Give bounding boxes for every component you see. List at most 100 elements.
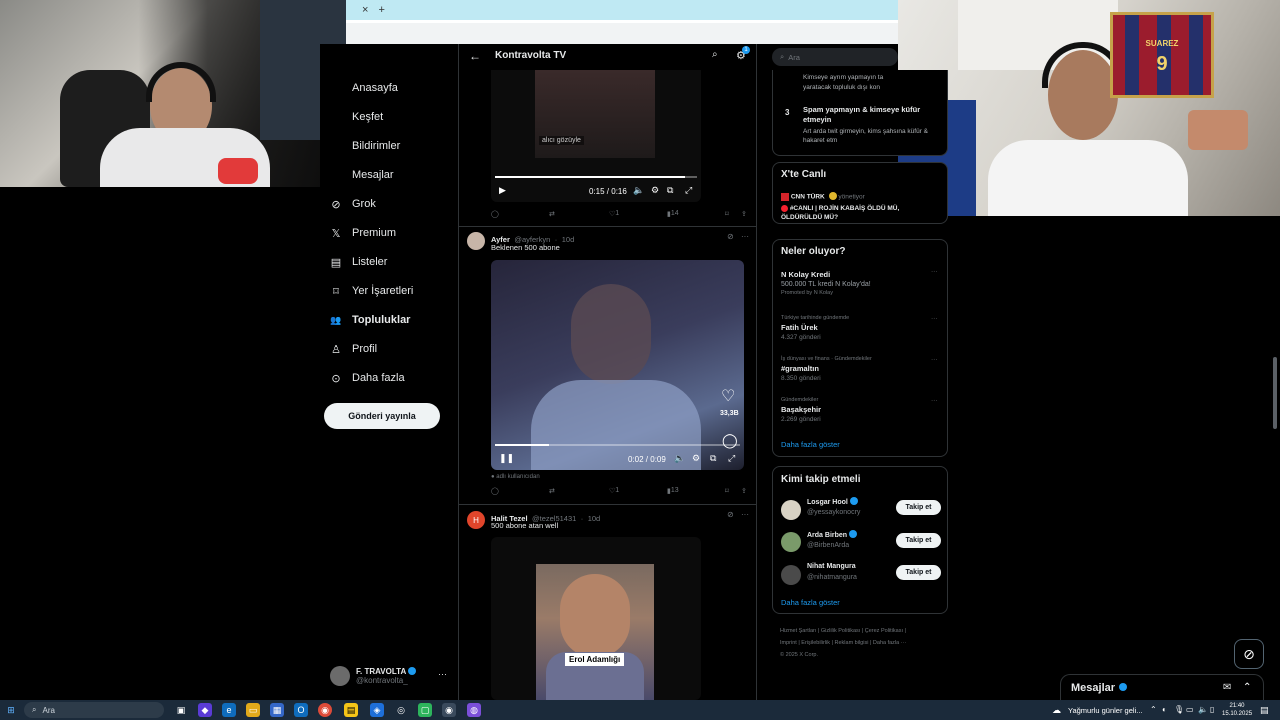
search-input[interactable]: ⌕ Ara: [772, 48, 898, 66]
more-icon[interactable]: ···: [931, 397, 938, 404]
chevron-up-icon[interactable]: ⌃: [1243, 682, 1251, 693]
tweet-video[interactable]: alıcı gözüyle ▶ 0:15 / 0:16 🔈 ⚙ ⧉ ⤢: [491, 70, 701, 202]
mic-icon[interactable]: 🎙: [1174, 705, 1184, 714]
volume-icon[interactable]: 🔈: [633, 185, 644, 196]
store-icon[interactable]: ▦: [270, 703, 284, 717]
app-icon[interactable]: ▢: [418, 703, 432, 717]
live-source[interactable]: CNN TÜRK yönetiyor: [781, 192, 865, 201]
follow-button[interactable]: Takip et: [896, 533, 941, 548]
fullscreen-icon[interactable]: ⤢: [728, 453, 735, 464]
bookmark-icon[interactable]: ⌑: [725, 210, 729, 218]
follow-user-name[interactable]: Losgar Hool: [807, 497, 858, 506]
new-message-icon[interactable]: ✉: [1223, 682, 1231, 693]
taskbar-search-input[interactable]: ⌕ Ara: [24, 702, 164, 718]
search-icon[interactable]: ⌕: [712, 49, 718, 60]
notification-icon[interactable]: ▤: [1260, 705, 1269, 716]
post-button[interactable]: Gönderi yayınla: [324, 403, 440, 429]
trend-item[interactable]: Gündemdekiler Başakşehir 2.269 gönderi ·…: [781, 397, 941, 423]
app-icon[interactable]: ▤: [344, 703, 358, 717]
settings-icon[interactable]: ⚙: [692, 453, 700, 464]
video-progress[interactable]: [495, 444, 740, 446]
follow-user-name[interactable]: Nihat Mangura: [807, 563, 856, 570]
app-tray-icon[interactable]: ◐: [1162, 705, 1167, 714]
pause-icon[interactable]: ❚❚: [499, 453, 514, 464]
play-icon[interactable]: ▶: [499, 185, 506, 196]
volume-icon[interactable]: 🔈: [1198, 705, 1208, 714]
live-headline[interactable]: #CANLI | ROJİN KABAİŞ ÖLDÜ MÜ, ÖLDÜRÜLDÜ…: [781, 204, 905, 222]
settings-icon[interactable]: ⚙: [651, 185, 659, 196]
app-icon[interactable]: ◍: [467, 703, 481, 717]
nav-item-lists[interactable]: ▤ Listeler: [330, 252, 388, 272]
avatar[interactable]: [781, 565, 801, 585]
app-icon[interactable]: ◈: [370, 703, 384, 717]
like-icon[interactable]: ♡ 1: [609, 487, 619, 495]
avatar[interactable]: [467, 232, 485, 250]
repost-icon[interactable]: ⇄: [549, 210, 555, 218]
more-icon[interactable]: ···: [438, 669, 447, 679]
nav-item-messages[interactable]: Mesajlar: [330, 165, 394, 185]
tweet-image[interactable]: Erol Adamlığı: [491, 537, 701, 700]
nav-item-communities[interactable]: 👥 Topluluklar: [330, 310, 410, 330]
follow-user-name[interactable]: Arda Birben: [807, 530, 858, 539]
views-icon[interactable]: ▮ 14: [667, 210, 679, 218]
comment-icon[interactable]: ◯: [722, 432, 738, 449]
more-icon[interactable]: ···: [741, 232, 749, 241]
edge-icon[interactable]: e: [222, 703, 236, 717]
show-more-link[interactable]: Daha fazla göster: [781, 598, 840, 607]
share-icon[interactable]: ⇪: [741, 487, 747, 495]
nav-item-profile[interactable]: ♙ Profil: [330, 339, 377, 359]
grok-icon[interactable]: ⊘: [1234, 639, 1264, 669]
footer-line[interactable]: Imprint | Erişilebilirlik | Reklam bilgi…: [780, 637, 950, 649]
reply-icon[interactable]: ◯: [491, 210, 499, 218]
chrome-icon[interactable]: ◉: [318, 703, 332, 717]
trend-item[interactable]: İş dünyası ve finans · Gündemdekiler #gr…: [781, 356, 941, 382]
nav-item-explore[interactable]: Keşfet: [330, 107, 383, 127]
nav-item-home[interactable]: Anasayfa: [330, 78, 398, 98]
chrome-active-icon[interactable]: ◉: [442, 703, 456, 717]
trend-item[interactable]: N Kolay Kredi 500.000 TL kredi N Kolay'd…: [781, 268, 941, 296]
nav-item-notifications[interactable]: Bildirimler: [330, 136, 400, 156]
reply-icon[interactable]: ◯: [491, 487, 499, 495]
follow-button[interactable]: Takip et: [896, 500, 941, 515]
nav-item-grok[interactable]: ⊘ Grok: [330, 194, 375, 214]
more-icon[interactable]: ···: [931, 268, 938, 275]
volume-icon[interactable]: 🔈: [674, 453, 685, 464]
scrollbar[interactable]: [1273, 357, 1277, 429]
avatar[interactable]: H: [467, 511, 485, 529]
grok-icon[interactable]: ⊘: [727, 510, 734, 519]
messages-drawer[interactable]: Mesajlar ✉ ⌃: [1060, 674, 1264, 700]
video-progress[interactable]: [495, 176, 697, 178]
bookmark-icon[interactable]: ⌑: [725, 487, 729, 495]
nav-item-bookmarks[interactable]: ⌑ Yer İşaretleri: [330, 281, 413, 301]
more-icon[interactable]: ···: [931, 356, 938, 363]
pip-icon[interactable]: ⧉: [710, 453, 716, 464]
battery-icon[interactable]: ▯: [1210, 705, 1214, 714]
show-more-link[interactable]: Daha fazla göster: [781, 440, 840, 449]
footer-line[interactable]: Hizmet Şartları | Gizlilik Politikası | …: [780, 625, 950, 637]
app-icon[interactable]: ◆: [198, 703, 212, 717]
chevron-up-icon[interactable]: ⌃: [1150, 705, 1157, 714]
account-switcher[interactable]: F. TRAVOLTA @kontravolta_ ···: [330, 664, 452, 688]
heart-icon[interactable]: ♡: [721, 386, 735, 406]
close-tab-icon[interactable]: ×: [362, 4, 368, 16]
file-explorer-icon[interactable]: ▭: [246, 703, 260, 717]
pip-icon[interactable]: ⧉: [667, 185, 673, 196]
trend-item[interactable]: Türkiye tarihinde gündemde Fatih Ürek 4.…: [781, 315, 941, 341]
task-view-icon[interactable]: ▣: [174, 703, 188, 717]
weather-text[interactable]: Yağmurlu günler geli...: [1068, 706, 1142, 715]
share-icon[interactable]: ⇪: [741, 210, 747, 218]
views-icon[interactable]: ▮ 13: [667, 487, 679, 495]
nav-item-more[interactable]: ⊙ Daha fazla: [330, 368, 404, 388]
grok-icon[interactable]: ⊘: [727, 232, 734, 241]
fullscreen-icon[interactable]: ⤢: [685, 185, 692, 196]
new-tab-icon[interactable]: +: [378, 4, 384, 16]
clock[interactable]: 21:40 15.10.2025: [1222, 702, 1252, 718]
nav-item-premium[interactable]: 𝕏 Premium: [330, 223, 396, 243]
tweet-video[interactable]: ♡ 33,3B ◯ ❚❚ 0:02 / 0:09 🔈 ⚙ ⧉ ⤢: [491, 260, 744, 470]
follow-button[interactable]: Takip et: [896, 565, 941, 580]
more-icon[interactable]: ···: [931, 315, 938, 322]
outlook-icon[interactable]: O: [294, 703, 308, 717]
more-icon[interactable]: ···: [741, 510, 749, 519]
obs-icon[interactable]: ◎: [394, 703, 408, 717]
repost-icon[interactable]: ⇄: [549, 487, 555, 495]
